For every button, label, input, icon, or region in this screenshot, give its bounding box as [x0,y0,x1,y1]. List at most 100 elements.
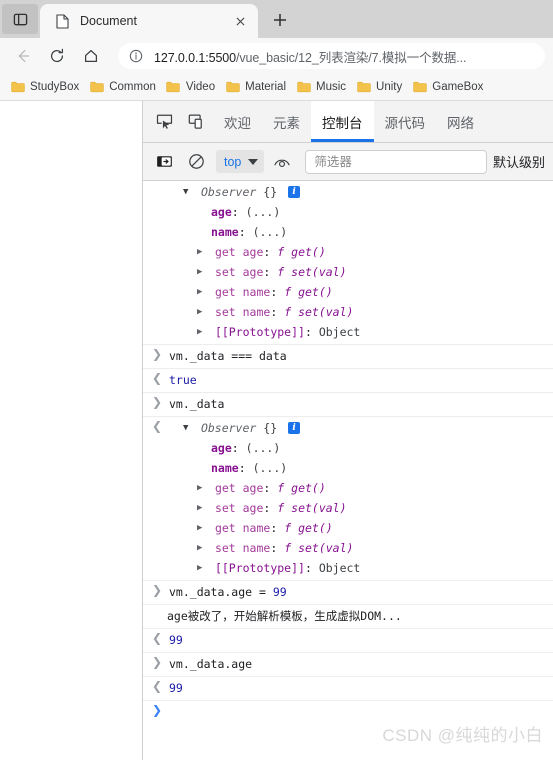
bookmark-item[interactable]: GameBox [408,79,489,96]
function-keyword: f [284,541,292,555]
console-prompt-row[interactable]: ❯ [143,701,553,724]
object-property[interactable]: age: (...) [143,202,553,222]
tab-strip: Document [0,0,553,38]
object-property[interactable]: ▶ set name: f set(val) [143,538,553,558]
new-tab-button[interactable] [266,6,294,34]
object-property[interactable]: name: (...) [143,458,553,478]
home-icon[interactable] [76,41,106,71]
object-prototype[interactable]: ▶ [[Prototype]]: Object [143,558,553,578]
tab-sources[interactable]: 源代码 [374,101,437,142]
tab-elements[interactable]: 元素 [262,101,311,142]
property-name: get age [214,245,264,259]
input-marker-icon: ❯ [151,347,163,361]
bookmark-item[interactable]: Common [85,79,162,96]
object-property[interactable]: ▶ get name: f get() [143,518,553,538]
console-message[interactable]: ❯ vm._data.age [143,653,553,677]
function-keyword: f [277,245,285,259]
object-property[interactable]: ▶ get age: f get() [143,478,553,498]
bookmark-label: StudyBox [30,81,80,93]
console-sidebar-icon[interactable] [149,147,179,177]
chevron-right-icon[interactable]: ▶ [197,322,208,342]
property-value[interactable]: (...) [253,225,288,239]
console-output-row: 99 [143,678,553,698]
bookmark-item[interactable]: Music [292,79,352,96]
object-property[interactable]: ▶ set age: f set(val) [143,498,553,518]
console-message[interactable]: ❯ vm._data [143,393,553,417]
object-property[interactable]: ▶ get name: f get() [143,282,553,302]
reload-icon[interactable] [42,41,72,71]
tab-welcome[interactable]: 欢迎 [213,101,262,142]
boolean-value: true [169,373,197,387]
object-prototype[interactable]: ▶ [[Prototype]]: Object [143,322,553,342]
console-message[interactable]: ❯ vm._data === data [143,345,553,369]
info-circle-icon[interactable] [128,48,144,64]
chevron-right-icon[interactable]: ▶ [197,538,208,558]
property-name: set name [214,305,271,319]
folder-icon [412,81,427,94]
input-marker-icon: ❯ [151,655,163,669]
chevron-down-icon [248,158,259,165]
object-header[interactable]: ▼ Observer {} i [143,418,553,438]
page-content-area [0,101,143,760]
chevron-down-icon[interactable]: ▼ [183,418,194,438]
chevron-right-icon[interactable]: ▶ [197,282,208,302]
console-message[interactable]: ▼ Observer {} i age: (...) name: (...) ▶… [143,181,553,345]
object-header[interactable]: ▼ Observer {} i [143,182,553,202]
folder-icon [225,81,240,94]
property-value[interactable]: (...) [246,441,281,455]
log-level-select[interactable]: 默认级别 [493,152,547,171]
console-message[interactable]: ❮ ▼ Observer {} i age: (...) name: (...) [143,417,553,581]
function-signature: set(val) [291,501,347,515]
console-message[interactable]: ❮ 99 [143,677,553,701]
chevron-right-icon[interactable]: ▶ [197,498,208,518]
bookmark-item[interactable]: Material [221,79,292,96]
chevron-right-icon[interactable]: ▶ [197,262,208,282]
filter-input[interactable] [305,149,487,174]
object-property[interactable]: ▶ get age: f get() [143,242,553,262]
bookmark-item[interactable]: StudyBox [6,79,85,96]
function-signature: get() [291,481,326,495]
device-toolbar-icon[interactable] [181,107,211,137]
chevron-right-icon[interactable]: ▶ [197,558,208,578]
console-prompt-input[interactable] [143,702,553,722]
property-name: set age [214,501,264,515]
close-icon[interactable] [230,11,250,31]
chevron-right-icon[interactable]: ▶ [197,302,208,322]
clear-console-icon[interactable] [181,147,211,177]
bookmark-label: GameBox [432,81,484,93]
console-output[interactable]: ▼ Observer {} i age: (...) name: (...) ▶… [143,181,553,760]
object-property[interactable]: ▶ set age: f set(val) [143,262,553,282]
tab-search-icon[interactable] [2,4,38,34]
info-badge-icon[interactable]: i [288,185,301,198]
input-marker-icon: ❯ [151,395,163,409]
property-value[interactable]: (...) [253,461,288,475]
object-property[interactable]: ▶ set name: f set(val) [143,302,553,322]
console-message[interactable]: age被改了，开始解析模板，生成虚拟DOM... [143,605,553,629]
inspect-element-icon[interactable] [149,107,179,137]
tab-network[interactable]: 网络 [436,101,485,142]
property-name: get name [214,285,271,299]
object-property[interactable]: age: (...) [143,438,553,458]
chevron-right-icon[interactable]: ▶ [197,242,208,262]
address-bar[interactable]: 127.0.0.1:5500/vue_basic/12_列表渲染/7.模拟一个数… [118,43,545,69]
tab-title: Document [80,14,137,28]
tab-console[interactable]: 控制台 [311,101,374,142]
property-value[interactable]: (...) [246,205,281,219]
back-arrow-icon[interactable] [8,41,38,71]
chevron-down-icon[interactable]: ▼ [183,182,194,202]
info-badge-icon[interactable]: i [288,421,301,434]
browser-tab[interactable]: Document [40,4,258,38]
chevron-right-icon[interactable]: ▶ [197,478,208,498]
tab-label: 网络 [447,115,474,131]
execution-context-select[interactable]: top [216,150,265,173]
bookmark-item[interactable]: Unity [352,79,408,96]
console-message[interactable]: ❮ 99 [143,629,553,653]
bookmark-item[interactable]: Video [162,79,221,96]
console-message[interactable]: ❯ vm._data.age = 99 [143,581,553,605]
object-property[interactable]: name: (...) [143,222,553,242]
bookmark-label: Material [245,81,287,93]
console-message[interactable]: ❮ true [143,369,553,393]
function-signature: set(val) [291,265,347,279]
live-expression-icon[interactable] [267,147,297,177]
chevron-right-icon[interactable]: ▶ [197,518,208,538]
